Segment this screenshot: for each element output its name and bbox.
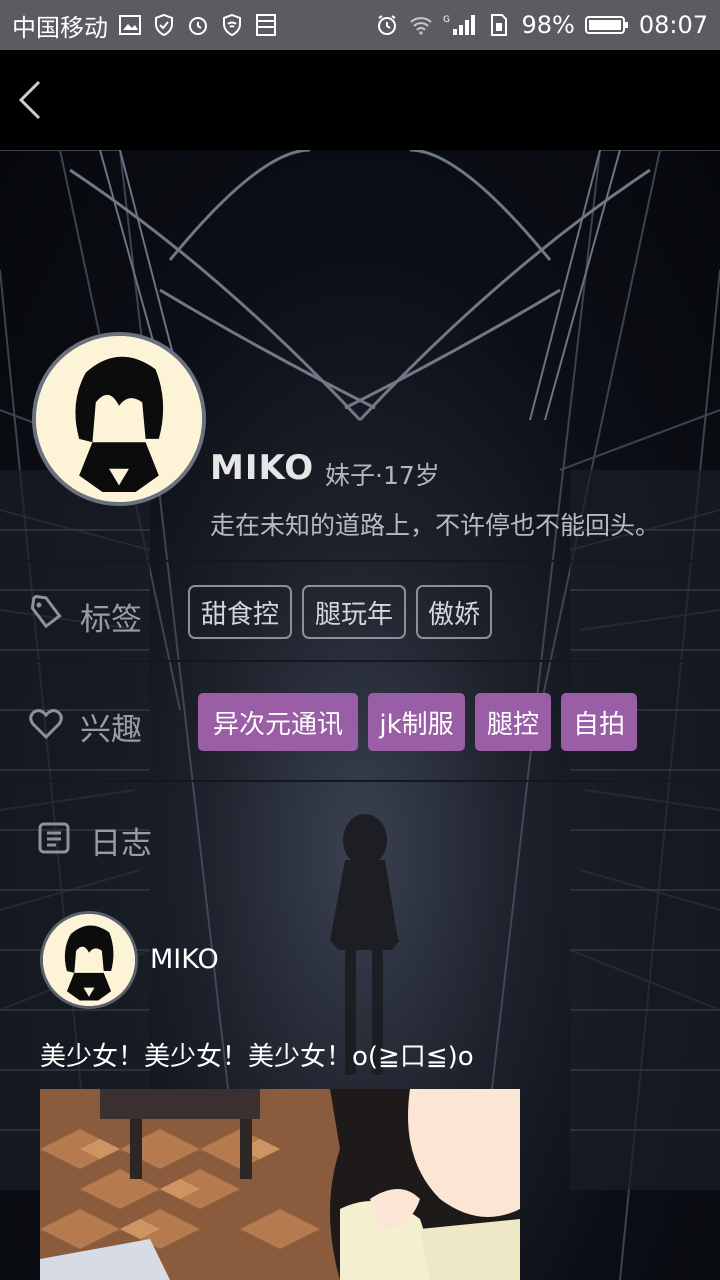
avatar-illustration xyxy=(43,914,135,1006)
tag-item[interactable]: 甜食控 xyxy=(188,585,292,639)
avatar-illustration xyxy=(36,336,202,502)
svg-text:G: G xyxy=(443,15,450,25)
tag-item[interactable]: 傲娇 xyxy=(416,585,492,639)
back-button[interactable] xyxy=(8,76,52,124)
shield-check-icon xyxy=(152,13,176,37)
heart-icon xyxy=(28,706,64,742)
divider xyxy=(0,560,720,562)
top-nav-bar xyxy=(0,50,720,150)
interest-item[interactable]: 腿控 xyxy=(475,693,551,751)
post-image[interactable] xyxy=(40,1089,520,1280)
interest-item[interactable]: 自拍 xyxy=(561,693,637,751)
interest-item[interactable]: jk制服 xyxy=(368,693,465,751)
post-author-name[interactable]: MIKO xyxy=(150,944,219,975)
signal-icon: G xyxy=(443,13,477,37)
interest-item[interactable]: 异次元通讯 xyxy=(198,693,358,751)
divider xyxy=(0,660,720,662)
battery-icon xyxy=(584,13,629,37)
sim-icon xyxy=(487,13,511,37)
alarm-clock-icon xyxy=(375,13,399,37)
chevron-left-icon xyxy=(18,80,41,120)
profile-signature: 走在未知的道路上，不许停也不能回头。 xyxy=(210,511,661,540)
profile-avatar[interactable] xyxy=(32,332,206,506)
tags-label: 标签 xyxy=(80,602,142,638)
wifi-icon xyxy=(409,13,433,37)
gallery-icon xyxy=(118,13,142,37)
diary-label: 日志 xyxy=(90,826,152,862)
document-icon xyxy=(36,820,72,856)
alarm-icon xyxy=(186,13,210,37)
clock: 08:07 xyxy=(638,11,708,39)
status-bar: 中国移动 G 98% 08:07 xyxy=(0,0,720,50)
profile-name: MIKO xyxy=(210,448,315,488)
profile-meta: 妹子·17岁 xyxy=(325,461,440,490)
carrier-label: 中国移动 xyxy=(12,13,108,42)
shield-wifi-icon xyxy=(220,13,244,37)
divider xyxy=(0,780,720,782)
post-author-avatar[interactable] xyxy=(40,911,138,1009)
storage-icon xyxy=(254,13,278,37)
tag-icon xyxy=(28,594,64,630)
battery-percent: 98% xyxy=(521,11,575,39)
interests-label: 兴趣 xyxy=(80,712,142,748)
tag-item[interactable]: 腿玩年 xyxy=(302,585,406,639)
post-photo-illustration xyxy=(40,1089,520,1280)
post-text: 美少女！美少女！美少女！o(≧口≦)o xyxy=(40,1042,474,1072)
